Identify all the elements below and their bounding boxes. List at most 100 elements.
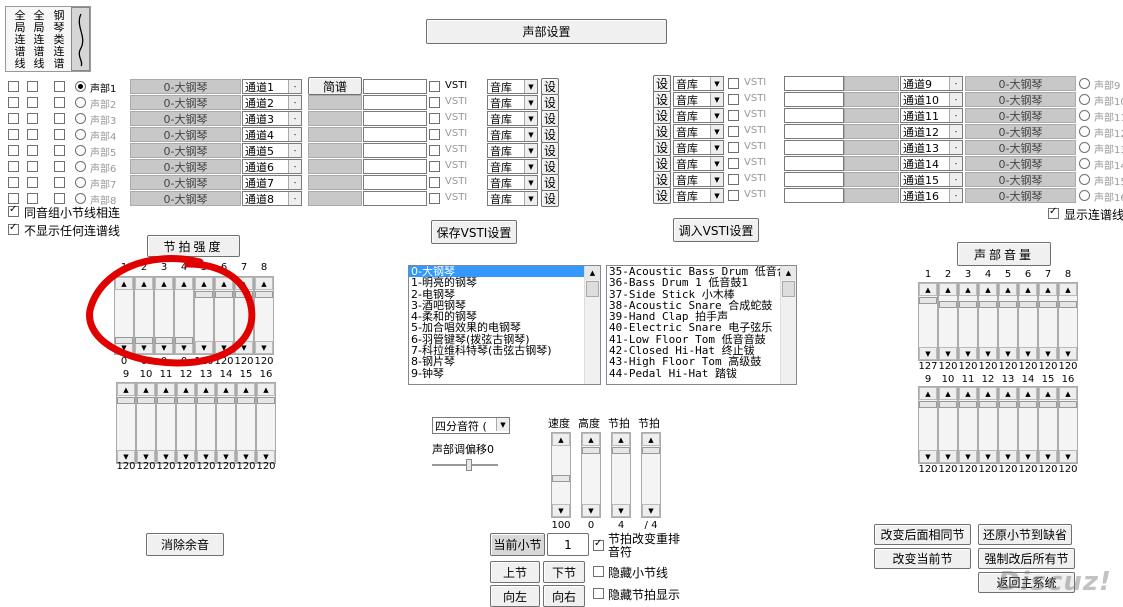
- vsti-checkbox[interactable]: [728, 142, 739, 153]
- settings-button[interactable]: 设: [541, 158, 559, 175]
- voice-radio[interactable]: [1079, 94, 1090, 105]
- voice-radio[interactable]: [1079, 142, 1090, 153]
- slider-thumb[interactable]: [919, 401, 937, 408]
- toolbar-global-ties-2[interactable]: 全局连谱线: [33, 10, 45, 70]
- track-checkbox[interactable]: [8, 129, 19, 140]
- voice-radio[interactable]: [75, 177, 86, 188]
- slider-thumb[interactable]: [1039, 401, 1057, 408]
- force-all-button[interactable]: 强制改后所有节: [978, 548, 1075, 569]
- vsti-checkbox[interactable]: [728, 78, 739, 89]
- level-slider[interactable]: ▲ ▼: [156, 382, 176, 464]
- vsti-path-field[interactable]: [784, 76, 844, 91]
- level-slider[interactable]: ▲ ▼: [1038, 282, 1058, 361]
- list-item[interactable]: 8-钢片琴: [409, 356, 600, 367]
- slider-thumb[interactable]: [999, 401, 1017, 408]
- vsti-checkbox[interactable]: [429, 193, 440, 204]
- arrow-down-icon[interactable]: ▼: [1039, 450, 1057, 463]
- arrow-down-icon[interactable]: ▼: [582, 504, 600, 517]
- vsti-path-field[interactable]: [784, 172, 844, 187]
- voice-radio[interactable]: [1079, 78, 1090, 89]
- track-checkbox[interactable]: [54, 161, 65, 172]
- vsti-checkbox[interactable]: [429, 81, 440, 92]
- slider-thumb[interactable]: [217, 397, 235, 404]
- slider-thumb[interactable]: [979, 401, 997, 408]
- beat-change-checkbox[interactable]: [593, 538, 604, 551]
- list-item[interactable]: 1-明亮的钢琴: [409, 277, 600, 288]
- arrow-up-icon[interactable]: ▲: [1019, 283, 1037, 296]
- change-current-button[interactable]: 改变当前节: [874, 548, 971, 569]
- track-checkbox[interactable]: [27, 97, 38, 108]
- level-slider[interactable]: ▲ ▼: [998, 386, 1018, 464]
- level-slider[interactable]: ▲ ▼: [216, 382, 236, 464]
- channel-select[interactable]: 通道14-: [900, 156, 963, 171]
- mini-slider[interactable]: ▲ ▼: [581, 432, 601, 518]
- offset-slider[interactable]: [432, 458, 500, 472]
- vsti-path-field[interactable]: [363, 143, 427, 158]
- slider-thumb[interactable]: [237, 397, 255, 404]
- vsti-path-field[interactable]: [784, 124, 844, 139]
- arrow-down-icon[interactable]: ▼: [999, 450, 1017, 463]
- slider-thumb[interactable]: [1059, 301, 1077, 308]
- save-vsti-button[interactable]: 保存VSTI设置: [431, 220, 517, 244]
- arrow-down-icon[interactable]: ▼: [999, 347, 1017, 360]
- clear-button[interactable]: 消除余音: [146, 533, 224, 556]
- instrument-name[interactable]: 0-大钢琴: [965, 140, 1076, 155]
- level-slider[interactable]: ▲ ▼: [1018, 386, 1038, 464]
- level-slider[interactable]: ▲ ▼: [978, 282, 998, 361]
- instrument-name[interactable]: 0-大钢琴: [965, 92, 1076, 107]
- channel-select[interactable]: 通道11-: [900, 108, 963, 123]
- instrument-name[interactable]: 0-大钢琴: [965, 108, 1076, 123]
- level-slider[interactable]: ▲ ▼: [236, 382, 256, 464]
- arrow-up-icon[interactable]: ▲: [137, 383, 155, 396]
- slider-thumb[interactable]: [137, 397, 155, 404]
- arrow-up-icon[interactable]: ▲: [999, 387, 1017, 400]
- library-select[interactable]: 音库 ▼: [673, 188, 724, 203]
- channel-select[interactable]: 通道16-: [900, 188, 963, 203]
- arrow-down-icon[interactable]: ▼: [612, 504, 630, 517]
- voice-radio[interactable]: [75, 129, 86, 140]
- voice-volume-button[interactable]: 声部音量: [957, 242, 1051, 266]
- level-slider[interactable]: ▲ ▼: [918, 386, 938, 464]
- current-bar-button[interactable]: 当前小节: [490, 533, 545, 556]
- level-slider[interactable]: ▲ ▼: [256, 382, 276, 464]
- arrow-up-icon[interactable]: ▲: [1059, 283, 1077, 296]
- library-select[interactable]: 音库 ▼: [673, 108, 724, 123]
- mini-slider[interactable]: ▲ ▼: [551, 432, 571, 518]
- arrow-down-icon[interactable]: ▼: [1019, 450, 1037, 463]
- settings-button[interactable]: 设: [541, 142, 559, 159]
- slider-thumb[interactable]: [939, 301, 957, 308]
- arrow-up-icon[interactable]: ▲: [612, 433, 630, 446]
- arrow-down-icon[interactable]: ▼: [939, 450, 957, 463]
- vsti-path-field[interactable]: [363, 127, 427, 142]
- instrument-name[interactable]: 0-大钢琴: [965, 172, 1076, 187]
- tie-curve-button[interactable]: [71, 7, 90, 71]
- arrow-up-icon[interactable]: ▲: [939, 387, 957, 400]
- slider-thumb[interactable]: [1019, 401, 1037, 408]
- restore-default-button[interactable]: 还原小节到缺省: [978, 524, 1072, 545]
- library-select[interactable]: 音库 ▼: [487, 111, 538, 126]
- level-slider[interactable]: ▲ ▼: [1018, 282, 1038, 361]
- track-checkbox[interactable]: [54, 113, 65, 124]
- track-checkbox[interactable]: [8, 145, 19, 156]
- voice-radio[interactable]: [1079, 110, 1090, 121]
- instrument-name[interactable]: 0-大钢琴: [130, 159, 241, 174]
- voice-radio[interactable]: [75, 145, 86, 156]
- settings-button[interactable]: 设: [653, 107, 671, 124]
- channel-select[interactable]: 通道15-: [900, 172, 963, 187]
- level-slider[interactable]: ▲ ▼: [958, 282, 978, 361]
- level-slider[interactable]: ▲ ▼: [938, 282, 958, 361]
- instrument-name[interactable]: 0-大钢琴: [130, 95, 241, 110]
- voice-radio[interactable]: [75, 97, 86, 108]
- track-checkbox[interactable]: [8, 113, 19, 124]
- level-slider[interactable]: ▲ ▼: [196, 382, 216, 464]
- instrument-name[interactable]: 0-大钢琴: [965, 76, 1076, 91]
- change-same-button[interactable]: 改变后面相同节: [874, 524, 971, 545]
- level-slider[interactable]: ▲ ▼: [136, 382, 156, 464]
- arrow-down-icon[interactable]: ▼: [1019, 347, 1037, 360]
- vsti-path-field[interactable]: [363, 159, 427, 174]
- arrow-up-icon[interactable]: ▲: [642, 433, 660, 446]
- track-checkbox[interactable]: [8, 177, 19, 188]
- arrow-up-icon[interactable]: ▲: [1039, 283, 1057, 296]
- simple-notation-button[interactable]: 简谱: [308, 77, 362, 95]
- library-select[interactable]: 音库 ▼: [487, 191, 538, 206]
